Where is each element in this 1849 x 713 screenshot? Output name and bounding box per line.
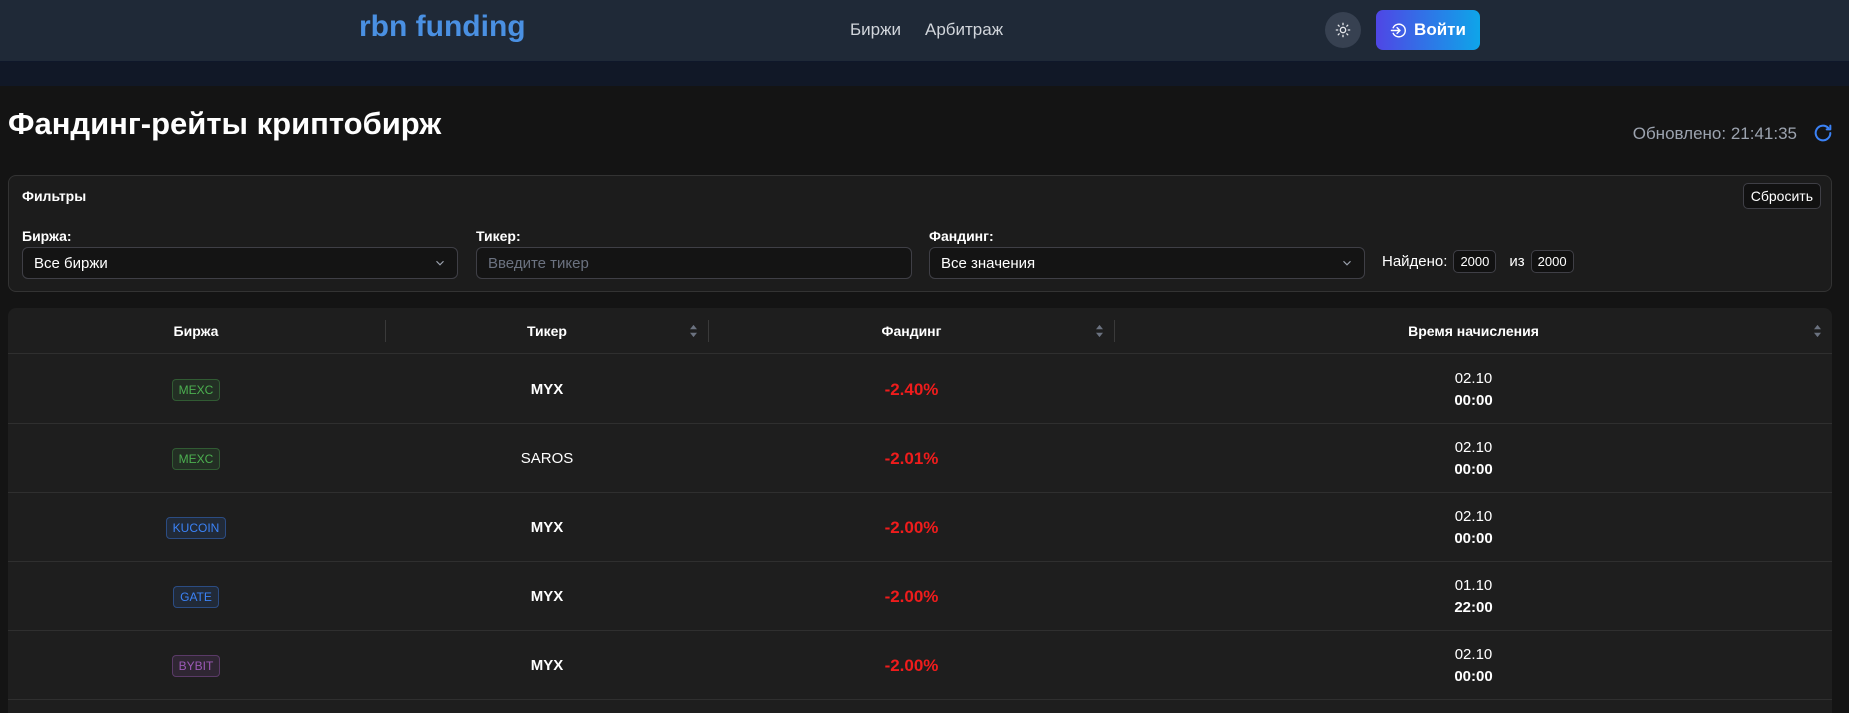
refresh-icon[interactable] (1812, 122, 1834, 144)
funding-rate: -2.01% (884, 448, 939, 468)
exchange-cell: MEXC (8, 424, 384, 493)
ticker-filter-label: Тикер: (476, 228, 521, 244)
login-button[interactable]: Войти (1376, 10, 1480, 50)
page-title: Фандинг-рейты криптобирж (8, 106, 442, 141)
sort-icon[interactable] (1813, 324, 1822, 338)
funding-cell: -2.00% (709, 631, 1114, 700)
accrual-date: 02.10 (1454, 438, 1493, 456)
nav-link-arbitrage[interactable]: Арбитраж (925, 20, 1003, 40)
funding-table: Биржа Тикер Фандинг Время начисления MEX… (8, 308, 1832, 713)
accrual-date: 02.10 (1454, 645, 1493, 663)
column-header-exchange[interactable]: Биржа (8, 308, 384, 354)
table-row[interactable]: BYBIT MYX -2.00% 02.10 00:00 (8, 631, 1832, 700)
sun-icon (1335, 22, 1351, 38)
time-cell: 01.10 22:00 (1115, 562, 1832, 631)
table-row[interactable]: MEXC MYX -2.40% 02.10 00:00 (8, 355, 1832, 424)
funding-cell: -2.00% (709, 562, 1114, 631)
exchange-badge: GATE (173, 585, 219, 608)
funding-rate: -2.00% (884, 517, 939, 537)
ticker-input[interactable]: Введите тикер (476, 247, 912, 279)
accrual-date: 02.10 (1454, 369, 1493, 387)
time-cell: 02.10 00:00 (1115, 424, 1832, 493)
funding-rate: -2.00% (884, 586, 939, 606)
exchange-cell: BYBIT (8, 631, 384, 700)
time-cell: 02.10 00:00 (1115, 631, 1832, 700)
accrual-time: 00:00 (1454, 529, 1493, 547)
exchange-cell: KUCOIN (8, 493, 384, 562)
main-nav: Биржи Арбитраж (850, 20, 1003, 40)
exchange-badge: MEXC (171, 378, 221, 401)
accrual-date: 02.10 (1454, 507, 1493, 525)
filters-panel: Фильтры Сбросить Биржа: Все биржи Тикер:… (8, 175, 1832, 292)
funding-cell: -2.40% (709, 355, 1114, 424)
chevron-down-icon (436, 260, 444, 266)
table-row[interactable]: GATE MYX -2.00% 01.10 22:00 (8, 562, 1832, 631)
column-header-time[interactable]: Время начисления (1115, 308, 1832, 354)
ticker-value: MYX (530, 588, 564, 605)
reset-filters-button[interactable]: Сбросить (1742, 183, 1821, 209)
ticker-value: SAROS (520, 450, 574, 467)
exchange-badge: MEXC (171, 447, 221, 470)
exchange-cell: MEXC (8, 355, 384, 424)
accrual-date: 01.10 (1454, 576, 1493, 594)
ticker-cell: SAROS (386, 424, 708, 493)
updated-timestamp: Обновлено: 21:41:35 (1632, 124, 1797, 143)
total-count: 2000 (1530, 250, 1574, 273)
funding-cell: -2.00% (709, 493, 1114, 562)
ticker-value: MYX (530, 657, 564, 674)
navbar-shadow-strip (0, 62, 1849, 86)
nav-link-exchanges[interactable]: Биржи (850, 20, 901, 40)
table-row[interactable]: MEXC SAROS -2.01% 02.10 00:00 (8, 424, 1832, 493)
accrual-time: 00:00 (1454, 667, 1493, 685)
accrual-time: 00:00 (1454, 460, 1493, 478)
login-icon (1390, 22, 1406, 38)
of-label: из (1509, 253, 1525, 270)
ticker-value: MYX (530, 519, 564, 536)
table-header: Биржа Тикер Фандинг Время начисления (8, 308, 1832, 354)
funding-select-value: Все значения (941, 254, 1036, 272)
app-logo[interactable]: rbn funding (359, 10, 526, 44)
funding-filter-label: Фандинг: (929, 228, 994, 244)
found-label: Найдено: (1382, 253, 1448, 270)
funding-rate: -2.00% (884, 655, 939, 675)
ticker-cell: MYX (386, 631, 708, 700)
top-navbar: rbn funding Биржи Арбитраж Войти (0, 0, 1849, 62)
table-row[interactable]: KUCOIN MYX -2.00% 02.10 00:00 (8, 493, 1832, 562)
found-count: 2000 (1453, 250, 1497, 273)
column-header-ticker[interactable]: Тикер (386, 308, 708, 354)
login-label: Войти (1414, 20, 1466, 39)
exchange-select-value: Все биржи (34, 254, 108, 272)
exchange-badge: KUCOIN (165, 516, 227, 539)
funding-select[interactable]: Все значения (929, 247, 1365, 279)
ticker-cell: MYX (386, 355, 708, 424)
chevron-down-icon (1343, 260, 1351, 266)
ticker-input-placeholder: Введите тикер (488, 254, 589, 272)
exchange-badge: BYBIT (171, 654, 221, 677)
exchange-select[interactable]: Все биржи (22, 247, 458, 279)
funding-cell: -2.01% (709, 424, 1114, 493)
sort-icon[interactable] (689, 324, 698, 338)
theme-toggle-button[interactable] (1325, 12, 1361, 48)
ticker-value: MYX (530, 381, 564, 398)
column-header-funding[interactable]: Фандинг (709, 308, 1114, 354)
accrual-time: 22:00 (1454, 598, 1493, 616)
funding-rate: -2.40% (884, 379, 939, 399)
sort-icon[interactable] (1095, 324, 1104, 338)
time-cell: 02.10 00:00 (1115, 355, 1832, 424)
accrual-time: 00:00 (1454, 391, 1493, 409)
exchange-filter-label: Биржа: (22, 228, 72, 244)
filters-title: Фильтры (22, 188, 87, 204)
exchange-cell: GATE (8, 562, 384, 631)
ticker-cell: MYX (386, 562, 708, 631)
results-counter: Найдено: 2000 из 2000 (1382, 250, 1574, 273)
time-cell: 02.10 00:00 (1115, 493, 1832, 562)
ticker-cell: MYX (386, 493, 708, 562)
